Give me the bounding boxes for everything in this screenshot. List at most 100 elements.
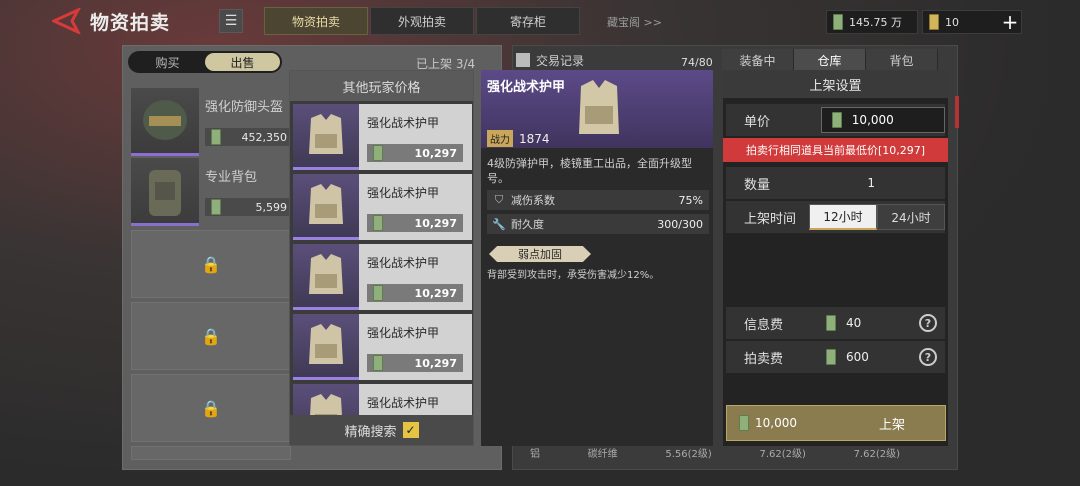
power-value: 1874	[519, 131, 550, 146]
detail-header: 强化战术护甲 战力 1874	[481, 70, 713, 148]
time-12h-button[interactable]: 12小时	[809, 204, 877, 230]
settings-title: 上架设置	[723, 70, 948, 98]
detail-item-name: 强化战术护甲	[487, 80, 566, 95]
time-24h-button[interactable]: 24小时	[877, 204, 945, 230]
listed-item[interactable]: 强化防御头盔 452,350	[131, 88, 293, 156]
cash-icon	[826, 349, 836, 365]
offer-name: 强化战术护甲	[367, 186, 440, 200]
stat-label: 7.62(2级)	[759, 449, 806, 460]
stat-label: 减伤系数	[511, 194, 555, 207]
cash-icon	[373, 145, 383, 161]
offer-price-box: 10,297	[367, 354, 463, 372]
armor-icon	[293, 174, 359, 240]
offer-name: 强化战术护甲	[367, 396, 440, 410]
backpack-icon	[131, 158, 199, 226]
perk-tag: 弱点加固	[489, 246, 591, 262]
checkmark-icon[interactable]: ✓	[402, 422, 419, 438]
info-fee-value: 40	[846, 316, 862, 330]
inventory-stats-row: 铝 碳纤维 5.56(2级) 7.62(2级) 7.62(2级)	[530, 445, 900, 460]
stat-value: 75%	[678, 193, 703, 207]
offer-name: 强化战术护甲	[367, 116, 440, 130]
locked-slot: 🔒	[131, 230, 291, 298]
help-icon[interactable]: ?	[919, 348, 937, 366]
offer-price: 10,297	[414, 216, 457, 230]
item-price-box: 5,599	[205, 198, 293, 216]
cash-balance: 145.75 万	[826, 10, 918, 34]
cash-icon	[833, 14, 843, 30]
cash-icon	[373, 215, 383, 231]
stat-label: 5.56(2级)	[665, 449, 712, 460]
auction-fee-row: 拍卖费 600 ?	[726, 341, 945, 373]
other-players-price-popup: 其他玩家价格 强化战术护甲 10,297 强化战术护甲 10,297 强化战术护…	[289, 70, 474, 446]
armor-icon	[293, 104, 359, 170]
menu-icon[interactable]: ☰	[219, 9, 243, 33]
offer-item[interactable]: 强化战术护甲 10,297	[293, 104, 472, 170]
armor-icon	[293, 314, 359, 380]
listed-item[interactable]: 专业背包 5,599	[131, 158, 293, 226]
info-fee-row: 信息费 40 ?	[726, 307, 945, 339]
stat-damage-reduction: ⛉ 减伤系数 75%	[487, 190, 709, 210]
offer-item[interactable]: 强化战术护甲 10,297	[293, 244, 472, 310]
cash-icon	[373, 355, 383, 371]
listing-time-label: 上架时间	[744, 211, 797, 227]
tab-equipped[interactable]: 装备中	[722, 49, 794, 71]
armor-icon	[293, 244, 359, 310]
perk-description: 背部受到攻击时，承受伤害减少12%。	[487, 270, 660, 281]
unit-price-label: 单价	[744, 114, 771, 130]
unit-price-value: 10,000	[851, 113, 894, 127]
back-arrow-icon[interactable]	[52, 8, 84, 34]
tab-appearance-auction[interactable]: 外观拍卖	[370, 7, 474, 35]
trade-record-label: 交易记录	[536, 53, 585, 68]
auction-fee-value: 600	[846, 350, 869, 364]
sell-button[interactable]: 出售	[205, 53, 280, 71]
lowest-price-warning: 拍卖行相同道具当前最低价[10,297]	[723, 138, 948, 162]
unit-price-input[interactable]: 10,000	[820, 107, 945, 133]
page-title: 物资拍卖	[90, 12, 171, 34]
item-name: 强化防御头盔	[205, 100, 284, 115]
tab-backpack[interactable]: 背包	[866, 49, 938, 71]
locked-slot: 🔒	[131, 302, 291, 370]
gold-value: 10	[945, 15, 959, 29]
cash-icon	[373, 285, 383, 301]
stat-label: 碳纤维	[587, 449, 618, 460]
cash-value: 145.75 万	[849, 16, 902, 29]
tab-locker[interactable]: 寄存柜	[476, 7, 580, 35]
help-icon[interactable]: ?	[919, 314, 937, 332]
inventory-tabs: 装备中 仓库 背包	[722, 49, 938, 71]
add-currency-button[interactable]: +	[999, 11, 1021, 33]
offer-item[interactable]: 强化战术护甲 10,297	[293, 314, 472, 380]
cash-icon	[211, 129, 221, 145]
gold-icon	[929, 14, 939, 30]
quantity-value[interactable]: 1	[867, 176, 875, 190]
trade-record-button[interactable]: 交易记录	[516, 52, 584, 69]
helmet-icon	[131, 88, 199, 156]
cash-icon	[739, 415, 749, 431]
offer-name: 强化战术护甲	[367, 256, 440, 270]
popup-title: 其他玩家价格	[290, 71, 473, 101]
tab-warehouse[interactable]: 仓库	[794, 49, 866, 71]
listing-time-row: 上架时间 12小时 24小时	[726, 201, 945, 233]
offer-price: 10,297	[414, 146, 457, 160]
list-item-button[interactable]: 10,000 上架	[726, 405, 946, 441]
buy-button[interactable]: 购买	[130, 53, 205, 71]
cash-icon	[826, 315, 836, 331]
exact-search-toggle[interactable]: 精确搜索 ✓	[290, 415, 473, 445]
offer-price-box: 10,297	[367, 214, 463, 232]
auction-fee-label: 拍卖费	[744, 351, 784, 367]
item-description: 4级防弹护甲，棱镜重工出品，全面升级型号。	[487, 157, 692, 185]
submit-label: 上架	[878, 417, 905, 433]
power-rating: 战力 1874	[487, 130, 550, 147]
gold-balance: 10 +	[922, 10, 1022, 34]
power-tag: 战力	[487, 130, 513, 147]
unit-price-row: 单价 10,000	[726, 104, 945, 136]
locked-slot: 🔒	[131, 374, 291, 442]
treasure-link[interactable]: 藏宝阁 >>	[607, 14, 662, 30]
scroll-indicator	[955, 96, 959, 128]
stat-label: 7.62(2级)	[853, 449, 900, 460]
offer-item[interactable]: 强化战术护甲 10,297	[293, 174, 472, 240]
item-price: 452,350	[241, 130, 288, 144]
item-price-box: 452,350	[205, 128, 293, 146]
offer-price-box: 10,297	[367, 144, 463, 162]
tab-material-auction[interactable]: 物资拍卖	[264, 7, 368, 35]
wrench-icon: 🔧	[492, 217, 506, 231]
